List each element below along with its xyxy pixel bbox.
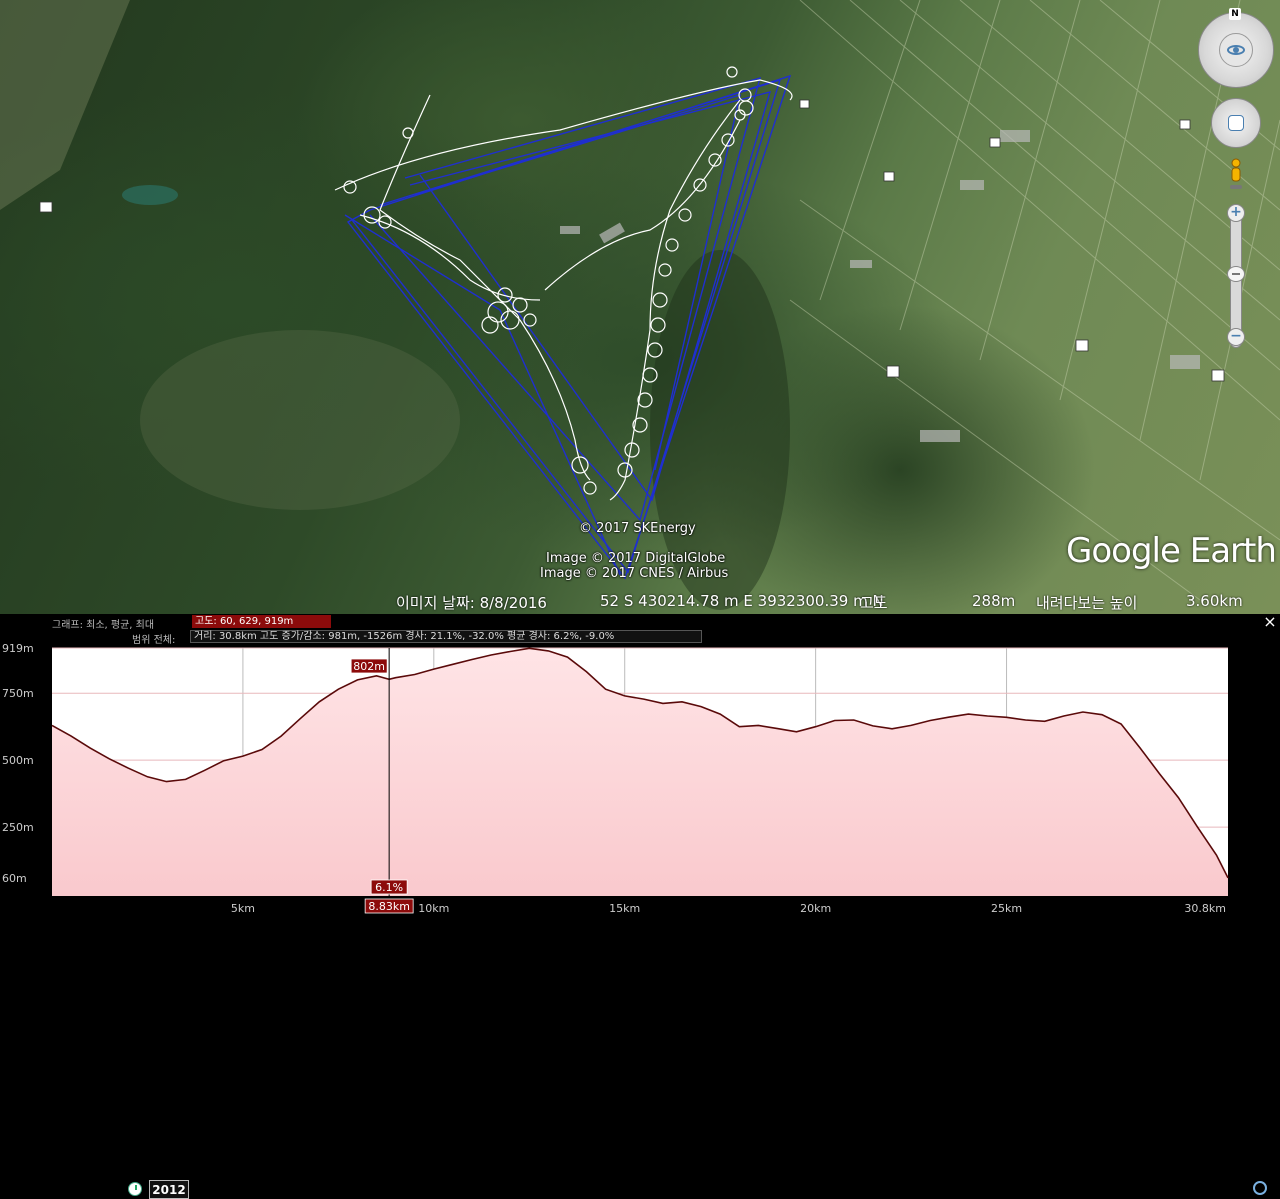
x-tick-label: 30.8km — [1184, 902, 1226, 915]
y-tick-label: 750m — [2, 687, 34, 700]
landmark-icons — [39, 99, 1225, 382]
copyright-skenergy: © 2017 SKEnergy — [579, 521, 696, 536]
copyright-cnes: Image © 2017 CNES / Airbus — [540, 566, 729, 581]
x-tick-label: 20km — [800, 902, 831, 915]
google-earth-logo: Google Earth — [1066, 531, 1277, 571]
zoom-slider-handle[interactable] — [1227, 266, 1245, 282]
altitude-value: 288m — [972, 592, 1016, 610]
graph-label: 그래프: 최소, 평균, 최대 — [52, 620, 155, 631]
zoom-out-button[interactable]: − — [1227, 328, 1245, 346]
hand-icon[interactable] — [1228, 115, 1244, 131]
cursor-slope-badge: 6.1% — [375, 881, 403, 894]
y-tick-label: 60m — [2, 872, 27, 885]
farmland-grid — [789, 0, 1280, 601]
eye-altitude-value: 3.60km — [1186, 592, 1243, 610]
streaming-status-icon — [1253, 1181, 1267, 1195]
status-bar: 2012 이미지 날짜: 8/8/2016 52 S 430214.78 m E… — [0, 588, 1280, 1199]
graph-elevation-summary[interactable]: 고도: 60, 629, 919m — [192, 615, 331, 628]
altitude-label: 고도 — [860, 594, 888, 612]
pegman-icon[interactable] — [1228, 157, 1244, 193]
cursor-elevation-badge: 802m — [353, 660, 385, 673]
x-tick-label: 5km — [231, 902, 255, 915]
imagery-date: 이미지 날짜: 8/8/2016 — [396, 594, 547, 612]
cursor-coordinates: 52 S 430214.78 m E 3932300.39 m N — [600, 592, 884, 610]
y-tick-label: 500m — [2, 754, 34, 767]
eye-icon[interactable] — [1219, 33, 1253, 67]
clock-icon[interactable] — [128, 1182, 142, 1196]
copyright-digitalglobe: Image © 2017 DigitalGlobe — [546, 551, 726, 566]
x-tick-label: 15km — [609, 902, 640, 915]
elevation-chart[interactable]: 919m 750m 500m 250m 60m 5km 10km 15km 20km 25km 3… — [0, 642, 1280, 915]
elevation-profile-panel: 그래프: 최소, 평균, 최대 고도: 60, 629, 919m 범위 전체:… — [0, 614, 1280, 915]
x-tick-label: 25km — [991, 902, 1022, 915]
cursor-distance-badge: 8.83km — [368, 900, 410, 913]
eye-altitude-label: 내려다보는 높이 — [1036, 594, 1138, 612]
y-tick-label: 250m — [2, 821, 34, 834]
x-tick-label: 10km — [418, 902, 449, 915]
north-indicator[interactable]: N — [1229, 8, 1241, 20]
zoom-in-button[interactable]: + — [1227, 204, 1245, 222]
y-axis-labels: 919m 750m 500m 250m 60m — [2, 642, 34, 885]
map-view[interactable]: © 2017 SKEnergy Image © 2017 DigitalGlob… — [0, 0, 1280, 614]
historical-imagery-year[interactable]: 2012 — [149, 1180, 189, 1199]
y-tick-label: 919m — [2, 642, 34, 655]
close-profile-button[interactable]: × — [1262, 614, 1278, 630]
